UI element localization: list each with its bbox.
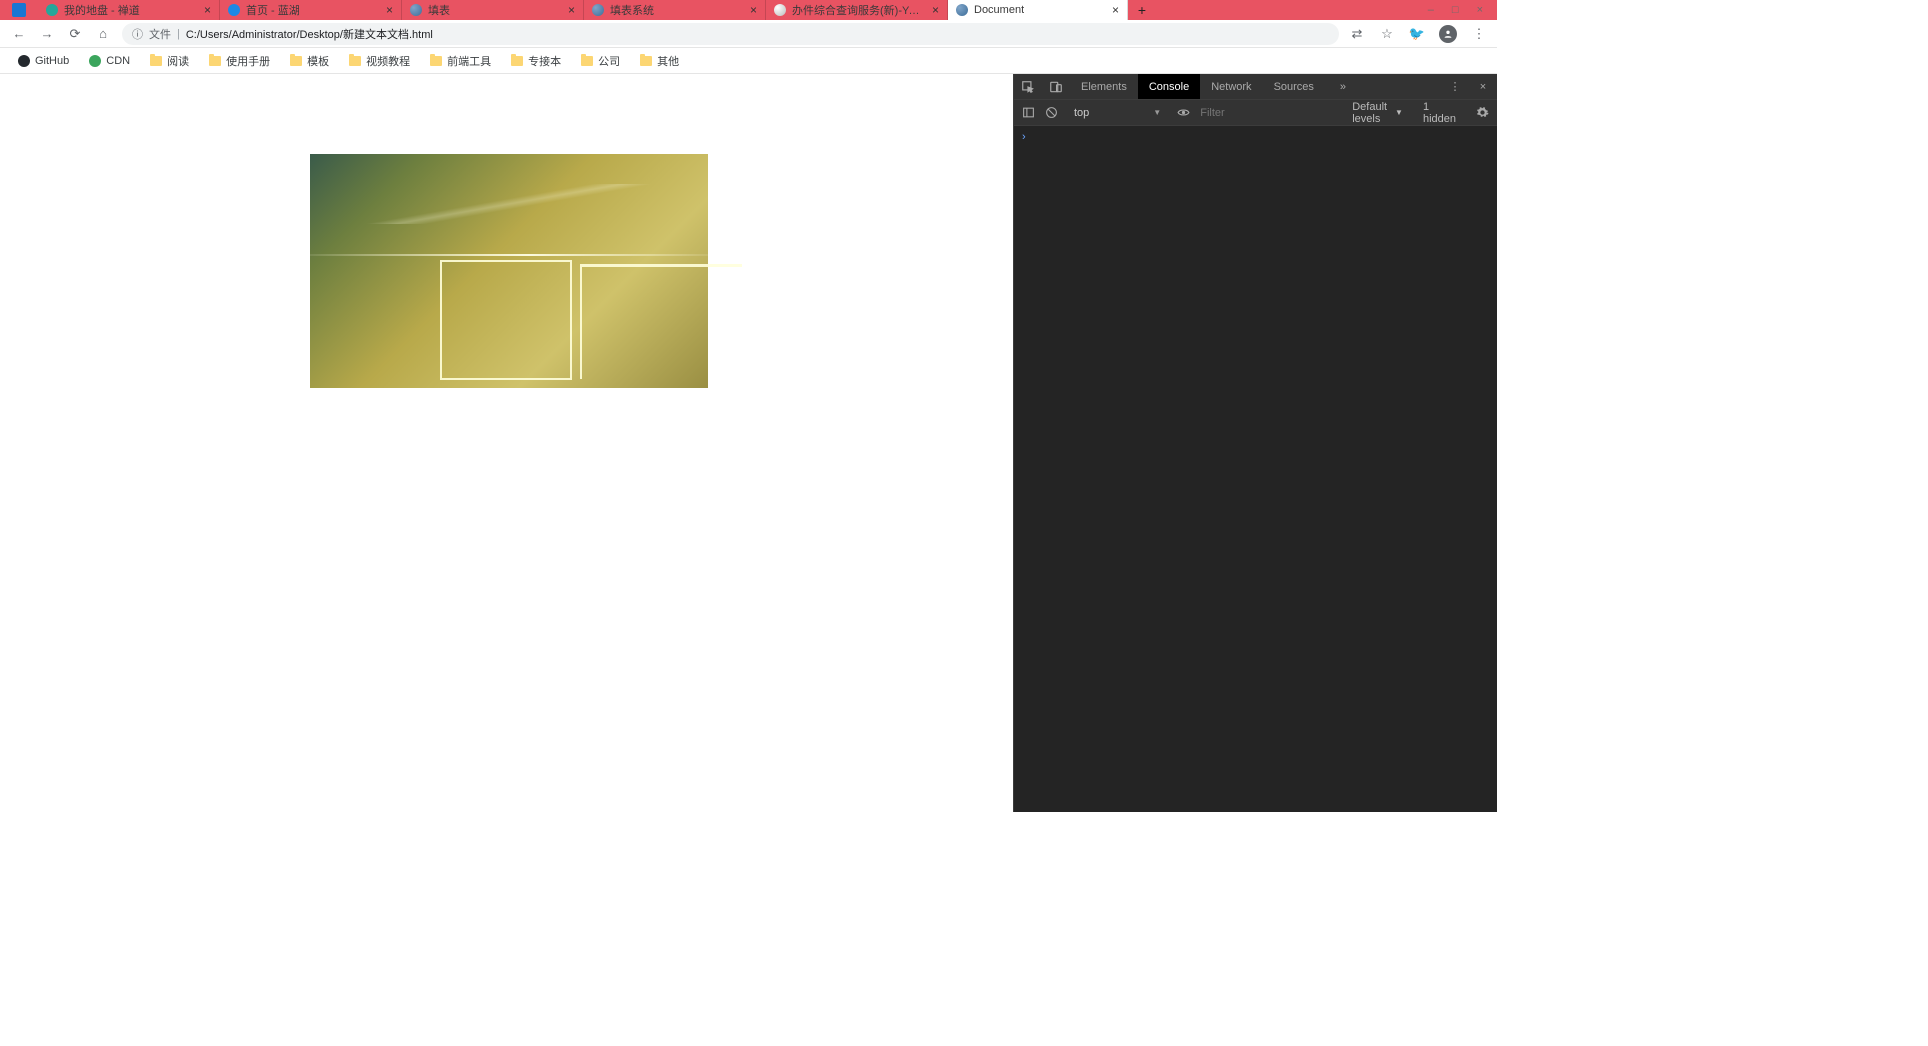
tab-4[interactable]: 办件综合查询服务(新)-YApi-高… ×: [766, 0, 948, 20]
extension-icon[interactable]: 🐦: [1409, 26, 1425, 42]
github-icon: [18, 55, 30, 67]
bookmark-cdn[interactable]: CDN: [85, 53, 134, 69]
back-button[interactable]: ←: [10, 25, 28, 43]
bookmark-folder[interactable]: 专接本: [507, 51, 565, 71]
bookmark-folder[interactable]: 其他: [636, 51, 683, 71]
toggle-sidebar-icon[interactable]: [1022, 106, 1035, 119]
address-bar-actions: ⇄ ☆ 🐦 ⋮: [1349, 25, 1487, 43]
hidden-count[interactable]: 1 hidden: [1423, 101, 1456, 125]
tab-title: 首页 - 蓝湖: [246, 2, 300, 18]
bookmark-folder[interactable]: 模板: [286, 51, 333, 71]
favicon-icon: [228, 4, 240, 16]
folder-icon: [640, 56, 652, 66]
close-icon[interactable]: ×: [744, 3, 757, 17]
inspect-element-icon[interactable]: [1014, 74, 1042, 99]
tab-3[interactable]: 填表系统 ×: [584, 0, 766, 20]
tab-0[interactable]: 我的地盘 - 禅道 ×: [38, 0, 220, 20]
context-selector[interactable]: top ▼: [1068, 107, 1167, 119]
bookmark-folder[interactable]: 前端工具: [426, 51, 495, 71]
folder-icon: [150, 56, 162, 66]
console-output[interactable]: ›: [1014, 126, 1497, 812]
folder-icon: [581, 56, 593, 66]
forward-button[interactable]: →: [38, 25, 56, 43]
kebab-menu-icon[interactable]: ⋮: [1471, 26, 1487, 42]
reload-button[interactable]: ⟳: [66, 25, 84, 43]
tab-2[interactable]: 填表 ×: [402, 0, 584, 20]
folder-icon: [349, 56, 361, 66]
app-icon: [0, 0, 38, 20]
scheme-label: 文件: [149, 26, 171, 42]
chevron-down-icon: ▼: [1395, 108, 1403, 117]
gear-icon[interactable]: [1476, 106, 1489, 119]
bookmark-github[interactable]: GitHub: [14, 53, 73, 69]
close-icon[interactable]: ×: [198, 3, 211, 17]
tab-strip-spacer: [1156, 0, 1414, 20]
folder-icon: [511, 56, 523, 66]
cdn-icon: [89, 55, 101, 67]
devtools-tab-elements[interactable]: Elements: [1070, 74, 1138, 99]
info-icon: ⓘ: [132, 26, 143, 42]
devtools-tabs: Elements Console Network Sources » ⋮ ×: [1014, 74, 1497, 100]
decorative-streak: [310, 254, 708, 256]
window-close-button[interactable]: ×: [1477, 4, 1483, 16]
main-area: Elements Console Network Sources » ⋮ × t…: [0, 74, 1497, 812]
url-text: C:/Users/Administrator/Desktop/新建文本文档.ht…: [186, 26, 433, 42]
devtools-panel: Elements Console Network Sources » ⋮ × t…: [1013, 74, 1497, 812]
close-icon[interactable]: ×: [562, 3, 575, 17]
maximize-button[interactable]: □: [1452, 4, 1459, 16]
console-filter-input[interactable]: [1200, 107, 1342, 119]
address-bar: ← → ⟳ ⌂ ⓘ 文件 | C:/Users/Administrator/De…: [0, 20, 1497, 48]
browser-tab-strip: 我的地盘 - 禅道 × 首页 - 蓝湖 × 填表 × 填表系统 × 办件综合查询…: [0, 0, 1497, 20]
bookmarks-bar: GitHub CDN 阅读 使用手册 模板 视频教程 前端工具 专接本 公司 其…: [0, 48, 1497, 74]
tab-title: 填表系统: [610, 2, 654, 18]
page-viewport: [0, 74, 1013, 812]
folder-icon: [209, 56, 221, 66]
chevron-down-icon: ▼: [1153, 108, 1161, 117]
devtools-tab-console[interactable]: Console: [1138, 74, 1200, 99]
tab-title: 办件综合查询服务(新)-YApi-高…: [792, 2, 920, 18]
log-levels-dropdown[interactable]: Default levels ▼: [1352, 101, 1403, 125]
tab-1[interactable]: 首页 - 蓝湖 ×: [220, 0, 402, 20]
devtools-menu-icon[interactable]: ⋮: [1441, 80, 1469, 93]
close-icon[interactable]: ×: [926, 3, 939, 17]
close-icon[interactable]: ×: [1106, 3, 1119, 17]
bookmark-folder[interactable]: 阅读: [146, 51, 193, 71]
folder-icon: [430, 56, 442, 66]
devtools-tab-network[interactable]: Network: [1200, 74, 1262, 99]
tab-title: 我的地盘 - 禅道: [64, 2, 140, 18]
favicon-icon: [774, 4, 786, 16]
window-controls: – □ ×: [1414, 0, 1497, 20]
more-tabs-icon[interactable]: »: [1329, 74, 1357, 99]
url-input[interactable]: ⓘ 文件 | C:/Users/Administrator/Desktop/新建…: [122, 23, 1339, 45]
globe-icon: [410, 4, 422, 16]
page-image: [310, 154, 708, 388]
tab-5-active[interactable]: Document ×: [948, 0, 1128, 20]
home-button[interactable]: ⌂: [94, 25, 112, 43]
tab-title: 填表: [428, 2, 450, 18]
bookmark-folder[interactable]: 使用手册: [205, 51, 274, 71]
clear-console-icon[interactable]: [1045, 106, 1058, 119]
favicon-icon: [46, 4, 58, 16]
tab-title: Document: [974, 4, 1024, 16]
console-toolbar: top ▼ Default levels ▼ 1 hidden: [1014, 100, 1497, 126]
minimize-button[interactable]: –: [1428, 4, 1434, 16]
bookmark-folder[interactable]: 视频教程: [345, 51, 414, 71]
device-toggle-icon[interactable]: [1042, 74, 1070, 99]
bookmark-folder[interactable]: 公司: [577, 51, 624, 71]
folder-icon: [290, 56, 302, 66]
profile-avatar[interactable]: [1439, 25, 1457, 43]
new-tab-button[interactable]: +: [1128, 0, 1156, 20]
live-expression-icon[interactable]: [1177, 106, 1190, 119]
globe-icon: [956, 4, 968, 16]
decorative-streak: [310, 184, 708, 224]
bookmark-star-icon[interactable]: ☆: [1379, 26, 1395, 42]
console-prompt-icon: ›: [1022, 131, 1026, 143]
devtools-tab-sources[interactable]: Sources: [1263, 74, 1325, 99]
globe-icon: [592, 4, 604, 16]
devtools-close-icon[interactable]: ×: [1469, 81, 1497, 93]
close-icon[interactable]: ×: [380, 3, 393, 17]
translate-icon[interactable]: ⇄: [1349, 26, 1365, 42]
